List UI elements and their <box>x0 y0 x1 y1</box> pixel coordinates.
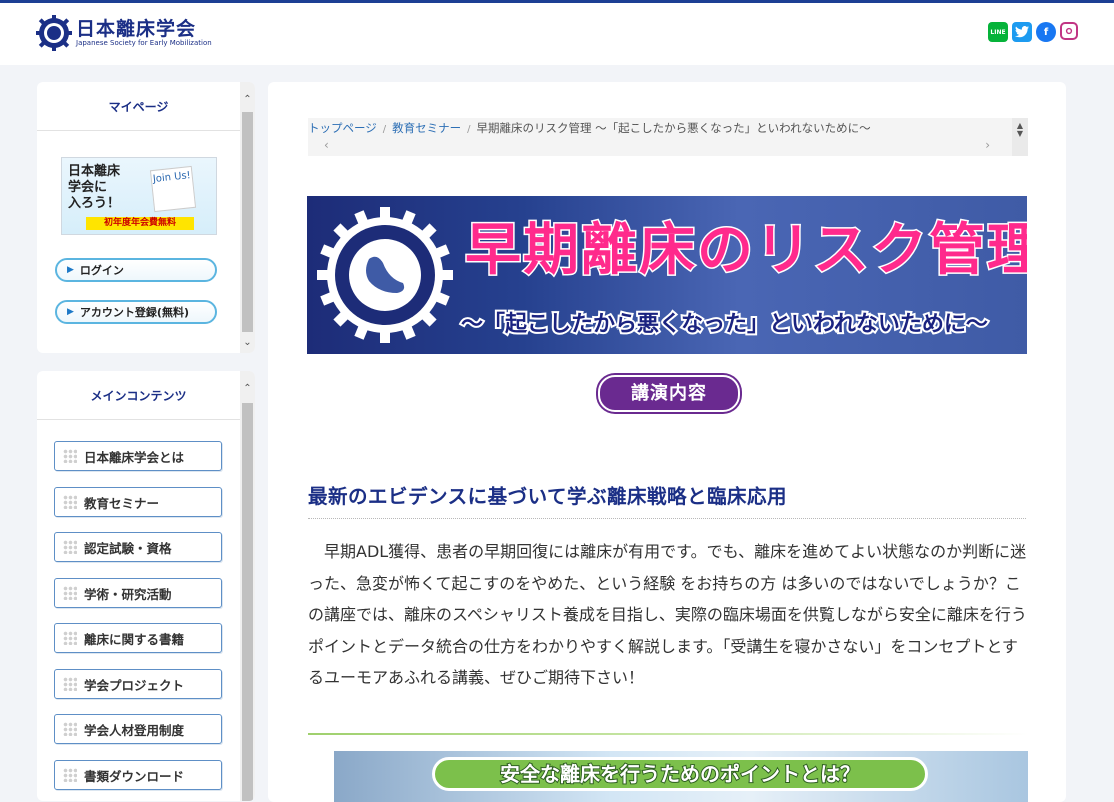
mypage-scrollbar[interactable]: ⌃ ⌄ <box>240 82 255 353</box>
menu-item-certification[interactable]: 認定試験・資格 <box>54 532 222 562</box>
menu-item-about[interactable]: 日本離床学会とは <box>54 441 222 471</box>
site-logo[interactable]: 日本離床学会 Japanese Society for Early Mobili… <box>36 15 212 51</box>
gear-logo-icon <box>36 15 72 51</box>
line-icon[interactable]: LINE <box>988 22 1008 42</box>
main-content: トップページ / 教育セミナー / 早期離床のリスク管理 〜「起こしたから悪くなった」と… <box>268 82 1066 802</box>
site-name: 日本離床学会 <box>76 17 197 40</box>
site-header: 日本離床学会 Japanese Society for Early Mobili… <box>0 3 1114 65</box>
breadcrumb-link-top[interactable]: トップページ <box>308 121 377 135</box>
grid-icon <box>63 449 77 463</box>
facebook-icon[interactable]: f <box>1036 22 1056 42</box>
menu-item-label: 学術・研究活動 <box>84 586 172 602</box>
lecture-content-badge: 講演内容 <box>598 375 740 412</box>
join-text-3: 入ろう！ <box>68 196 121 211</box>
grid-icon <box>63 540 77 554</box>
menu-item-books[interactable]: 離床に関する書籍 <box>54 623 222 653</box>
social-links: LINE f <box>988 22 1078 42</box>
banner-subtitle: 〜「起こしたから悪くなった」といわれないために〜 <box>459 310 990 339</box>
login-label: ログイン <box>79 264 124 277</box>
scroll-right-icon[interactable]: › <box>985 138 990 152</box>
menu-item-label: 学会プロジェクト <box>84 677 185 693</box>
play-arrow-icon: ▶ <box>67 307 74 317</box>
login-button[interactable]: ▶ ログイン <box>55 258 217 282</box>
play-arrow-icon: ▶ <box>67 265 74 275</box>
instagram-icon[interactable] <box>1060 22 1078 40</box>
points-banner: 安全な離床を行うためのポイントとは？ <box>334 751 1028 802</box>
menu-item-projects[interactable]: 学会プロジェクト <box>54 669 222 699</box>
divider <box>308 733 1028 735</box>
mypage-title: マイページ <box>37 82 240 131</box>
points-banner-label: 安全な離床を行うためのポイントとは？ <box>432 757 928 791</box>
scroll-left-icon[interactable]: ‹ <box>324 138 329 152</box>
grid-icon <box>63 677 77 691</box>
breadcrumb: トップページ / 教育セミナー / 早期離床のリスク管理 〜「起こしたから悪くなった」と… <box>308 118 1028 156</box>
menu-item-label: 書類ダウンロード <box>84 768 185 784</box>
menu-item-talent[interactable]: 学会人材登用制度 <box>54 714 222 744</box>
main-contents-title: メインコンテンツ <box>37 371 240 420</box>
menu-item-label: 離床に関する書籍 <box>84 631 185 647</box>
breadcrumb-current: 早期離床のリスク管理 〜「起こしたから悪くなった」といわれないために〜 <box>476 121 871 135</box>
main-contents-panel: メインコンテンツ 日本離床学会とは 教育セミナー 認定試験・資格 学術・研究活動… <box>37 371 255 801</box>
mypage-panel: マイページ 日本離床 学会に 入ろう！ Join Us! 初年度年会費無料 ▶ … <box>37 82 255 353</box>
scroll-down-icon[interactable]: ⌄ <box>240 335 255 351</box>
grid-icon <box>63 495 77 509</box>
society-seal-icon <box>317 207 453 343</box>
section-paragraph: 早期ADL獲得、患者の早期回復には離床が有用です。でも、離床を進めてよい状態なの… <box>308 542 1027 687</box>
join-banner[interactable]: 日本離床 学会に 入ろう！ Join Us! 初年度年会費無料 <box>61 157 217 235</box>
scroll-up-icon[interactable]: ⌃ <box>240 92 255 108</box>
breadcrumb-separator: / <box>467 124 471 135</box>
menu-item-label: 日本離床学会とは <box>84 449 185 465</box>
scroll-up-icon[interactable]: ⌃ <box>240 381 255 397</box>
register-button[interactable]: ▶ アカウント登録(無料) <box>55 300 217 324</box>
grid-icon <box>63 586 77 600</box>
join-free-label: 初年度年会費無料 <box>86 217 194 230</box>
menu-item-research[interactable]: 学術・研究活動 <box>54 578 222 608</box>
breadcrumb-vscroll[interactable]: ▲ ▼ <box>1012 118 1028 156</box>
join-text-1: 日本離床 <box>68 164 121 179</box>
grid-icon <box>63 722 77 736</box>
join-text-2: 学会に <box>68 180 108 195</box>
menu-item-label: 教育セミナー <box>84 495 160 511</box>
menu-item-label: 認定試験・資格 <box>84 540 172 556</box>
join-note: Join Us! <box>149 165 197 213</box>
seminar-banner: 早期離床のリスク管理 〜「起こしたから悪くなった」といわれないために〜 <box>307 196 1027 354</box>
scroll-thumb[interactable] <box>242 112 253 332</box>
breadcrumb-separator: / <box>382 124 387 135</box>
breadcrumb-link-seminar[interactable]: 教育セミナー <box>392 121 461 135</box>
grid-icon <box>63 768 77 782</box>
menu-item-seminar[interactable]: 教育セミナー <box>54 487 222 517</box>
menu-item-label: 学会人材登用制度 <box>84 722 185 738</box>
twitter-icon[interactable] <box>1012 22 1032 42</box>
banner-title: 早期離床のリスク管理 <box>464 217 1028 285</box>
menu-item-downloads[interactable]: 書類ダウンロード <box>54 760 222 790</box>
site-name-en: Japanese Society for Early Mobilization <box>76 38 212 47</box>
section-body: 早期ADL獲得、患者の早期回復には離床が有用です。でも、離床を進めてよい状態なの… <box>308 536 1028 694</box>
scroll-thumb[interactable] <box>242 403 253 801</box>
grid-icon <box>63 631 77 645</box>
main-contents-scrollbar[interactable]: ⌃ <box>240 371 255 801</box>
section-heading: 最新のエビデンスに基づいて学ぶ離床戦略と臨床応用 <box>308 482 1026 519</box>
register-label: アカウント登録(無料) <box>79 306 189 319</box>
